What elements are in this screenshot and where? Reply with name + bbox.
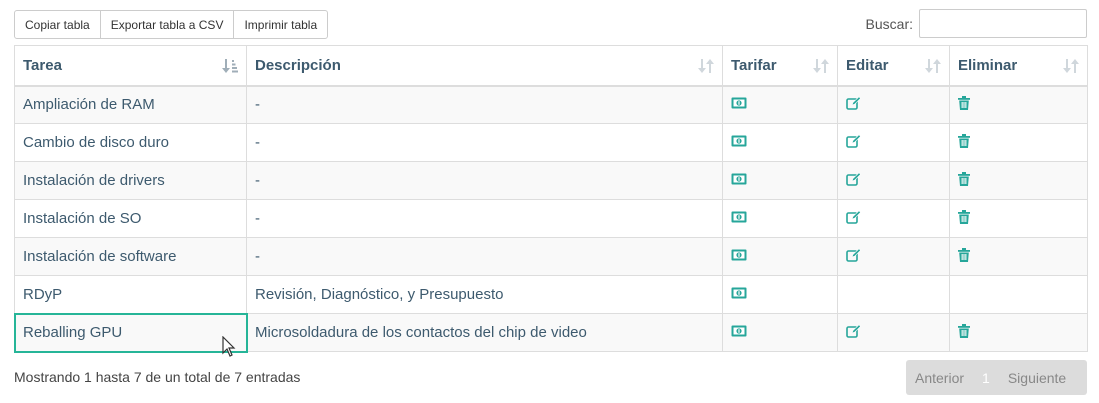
cell-editar bbox=[837, 313, 950, 352]
money-icon[interactable] bbox=[731, 287, 747, 299]
cell-editar bbox=[837, 237, 950, 276]
money-icon[interactable] bbox=[731, 249, 747, 261]
search-label: Buscar: bbox=[865, 15, 913, 32]
cell-eliminar bbox=[949, 313, 1088, 352]
mouse-pointer-icon bbox=[222, 336, 236, 357]
cell-eliminar bbox=[949, 123, 1088, 162]
cell-tarea[interactable]: Instalación de SO bbox=[14, 199, 247, 238]
cell-tarifar bbox=[722, 161, 838, 200]
column-header-editar[interactable]: Editar bbox=[837, 45, 950, 87]
trash-icon[interactable] bbox=[958, 247, 970, 262]
cell-tarea[interactable]: Reballing GPU bbox=[13, 312, 248, 353]
table-row: RDyP Revisión, Diagnóstico, y Presupuesto bbox=[14, 275, 1088, 314]
edit-icon[interactable] bbox=[846, 96, 861, 110]
trash-icon[interactable] bbox=[958, 209, 970, 224]
cell-editar bbox=[837, 85, 950, 124]
cell-descripcion: - bbox=[246, 161, 723, 200]
table-row: Instalación de software - bbox=[14, 237, 1088, 276]
copy-table-button[interactable]: Copiar tabla bbox=[14, 10, 101, 39]
cell-descripcion: - bbox=[246, 199, 723, 238]
edit-icon[interactable] bbox=[846, 247, 861, 262]
cell-tarea[interactable]: Cambio de disco duro bbox=[14, 123, 247, 162]
export-toolbar: Copiar tabla Exportar tabla a CSV Imprim… bbox=[14, 10, 329, 39]
cell-descripcion: - bbox=[246, 85, 723, 124]
cell-tarea[interactable]: Instalación de drivers bbox=[14, 161, 247, 200]
cell-editar bbox=[837, 275, 950, 314]
money-icon[interactable] bbox=[731, 211, 747, 223]
previous-page-button[interactable]: Anterior bbox=[906, 370, 973, 386]
pagination: Anterior 1 Siguiente bbox=[906, 360, 1087, 395]
sort-both-icon bbox=[925, 59, 941, 73]
sort-both-icon bbox=[1063, 59, 1079, 73]
edit-icon[interactable] bbox=[846, 323, 861, 338]
cell-tarifar bbox=[722, 85, 838, 124]
cell-tarifar bbox=[722, 199, 838, 238]
column-header-label: Tarifar bbox=[731, 56, 777, 74]
trash-icon[interactable] bbox=[958, 323, 970, 338]
trash-icon[interactable] bbox=[958, 95, 970, 110]
trash-icon[interactable] bbox=[958, 133, 970, 148]
sort-both-icon bbox=[813, 59, 829, 73]
table-row: Instalación de SO - bbox=[14, 199, 1088, 238]
export-csv-button[interactable]: Exportar tabla a CSV bbox=[99, 10, 235, 39]
table-row: Instalación de drivers - bbox=[14, 161, 1088, 200]
table-body: Ampliación de RAM - Cambio de disco duro - I… bbox=[13, 85, 1088, 353]
cell-tarifar bbox=[722, 275, 838, 314]
cell-tarea[interactable]: RDyP bbox=[14, 275, 247, 314]
money-icon[interactable] bbox=[731, 97, 747, 109]
edit-icon[interactable] bbox=[846, 133, 861, 148]
money-icon[interactable] bbox=[731, 325, 747, 337]
print-table-button[interactable]: Imprimir tabla bbox=[233, 10, 329, 39]
cell-tarifar bbox=[722, 237, 838, 276]
sort-both-icon bbox=[698, 59, 714, 73]
column-header-eliminar[interactable]: Eliminar bbox=[949, 45, 1088, 87]
cell-descripcion: - bbox=[246, 237, 723, 276]
edit-icon[interactable] bbox=[846, 171, 861, 186]
column-header-label: Eliminar bbox=[958, 56, 1018, 74]
cell-eliminar bbox=[949, 85, 1088, 124]
column-header-label: Editar bbox=[846, 56, 889, 74]
cell-editar bbox=[837, 123, 950, 162]
table-row: Reballing GPU Microsoldadura de los conta… bbox=[13, 312, 1088, 353]
cell-eliminar bbox=[949, 199, 1088, 238]
search-box: Buscar: bbox=[866, 9, 1087, 38]
table-info: Mostrando 1 hasta 7 de un total de 7 ent… bbox=[14, 369, 301, 385]
cell-tarifar bbox=[722, 313, 838, 352]
column-header-label: Tarea bbox=[23, 56, 62, 74]
tasks-table: Tarea Descripción Tarifar Editar Elimina… bbox=[13, 45, 1088, 353]
cell-editar bbox=[837, 199, 950, 238]
cell-eliminar bbox=[949, 237, 1088, 276]
column-header-tarifar[interactable]: Tarifar bbox=[722, 45, 838, 87]
cell-descripcion: Revisión, Diagnóstico, y Presupuesto bbox=[246, 275, 723, 314]
table-row: Cambio de disco duro - bbox=[14, 123, 1088, 162]
next-page-button[interactable]: Siguiente bbox=[999, 370, 1075, 386]
cell-descripcion: Microsoldadura de los contactos del chip… bbox=[246, 313, 723, 352]
trash-icon[interactable] bbox=[958, 171, 970, 186]
column-header-label: Descripción bbox=[255, 56, 341, 74]
cell-eliminar bbox=[949, 275, 1088, 314]
page-1-button[interactable]: 1 bbox=[973, 370, 999, 386]
money-icon[interactable] bbox=[731, 173, 747, 185]
table-row: Ampliación de RAM - bbox=[14, 85, 1088, 124]
search-input[interactable] bbox=[919, 9, 1087, 38]
money-icon[interactable] bbox=[731, 135, 747, 147]
column-header-tarea[interactable]: Tarea bbox=[14, 45, 247, 87]
table-header-row: Tarea Descripción Tarifar Editar Elimina… bbox=[14, 45, 1088, 87]
cell-editar bbox=[837, 161, 950, 200]
cell-eliminar bbox=[949, 161, 1088, 200]
cell-tarea[interactable]: Ampliación de RAM bbox=[14, 85, 247, 124]
cell-tarea[interactable]: Instalación de software bbox=[14, 237, 247, 276]
edit-icon[interactable] bbox=[846, 209, 861, 224]
column-header-descripcion[interactable]: Descripción bbox=[246, 45, 723, 87]
cell-descripcion: - bbox=[246, 123, 723, 162]
sort-amount-down-icon bbox=[222, 59, 238, 73]
cell-tarifar bbox=[722, 123, 838, 162]
